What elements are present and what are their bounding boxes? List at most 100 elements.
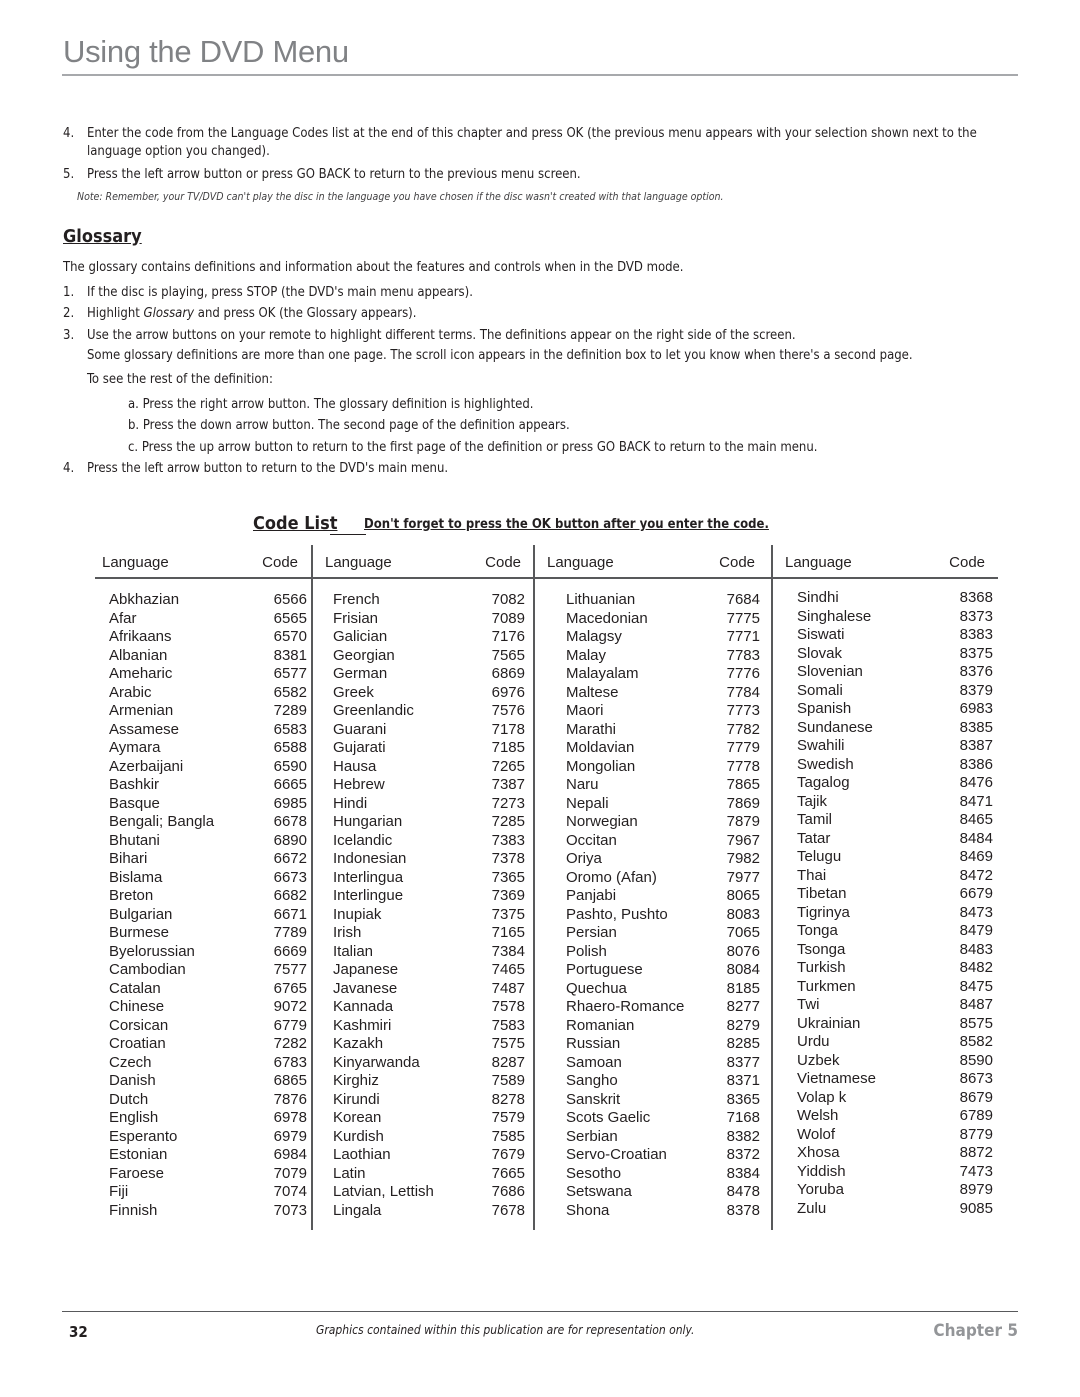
language-name: German: [333, 665, 388, 682]
language-name: Siswati: [797, 626, 845, 643]
language-name: Javanese: [333, 979, 398, 997]
table-row: Occitan 7967: [566, 832, 760, 851]
language-name: Serbian: [566, 1127, 618, 1145]
language-name: Interlingua: [333, 868, 404, 886]
language-code: 8487: [959, 996, 993, 1013]
language-name: Quechua: [566, 979, 627, 997]
table-row: Danish 6865: [109, 1072, 307, 1091]
table-row: Oriya 7982: [566, 850, 760, 869]
language-code: 8484: [959, 829, 993, 847]
language-name: Byelorussian: [109, 942, 195, 960]
language-code: 8478: [726, 1183, 760, 1200]
glossary-step: 1. If the disc is playing, press STOP (t…: [63, 284, 1013, 302]
language-name: Sanskrit: [566, 1090, 621, 1108]
language-name: Corsican: [109, 1016, 169, 1034]
table-row: Serbian 8382: [566, 1128, 760, 1147]
language-code: 7365: [491, 868, 525, 886]
step-number: 3.: [63, 328, 75, 343]
table-row: Polish 8076: [566, 943, 760, 962]
table-row: Ameharic 6577: [109, 665, 307, 684]
table-row: Vietnamese 8673: [797, 1070, 993, 1089]
language-name: Irish: [333, 924, 362, 941]
language-name: Naru: [566, 776, 599, 793]
table-row: Singhalese 8373: [797, 608, 993, 627]
step-text: Use the arrow buttons on your remote to …: [87, 328, 796, 343]
table-row: Slovak 8375: [797, 645, 993, 664]
step-number: 2.: [63, 306, 75, 321]
language-code: 7282: [273, 1035, 307, 1052]
language-code: 7176: [491, 628, 525, 645]
language-code: 7465: [491, 961, 525, 978]
language-code: 8371: [726, 1072, 760, 1089]
language-code: 6671: [273, 905, 307, 923]
table-row: Wolof 8779: [797, 1126, 993, 1145]
language-name: Dutch: [109, 1090, 149, 1108]
table-row: Hungarian 7285: [333, 813, 525, 832]
language-name: Arabic: [109, 683, 152, 701]
step-text-italic: Glossary: [143, 306, 195, 321]
language-code: 7387: [491, 776, 525, 793]
language-code: 8375: [959, 644, 993, 662]
step-text: If the disc is playing, press STOP (the …: [87, 285, 473, 300]
intro-step: 4. Enter the code from the Language Code…: [63, 125, 1013, 161]
table-row: Malayalam 7776: [566, 665, 760, 684]
glossary-step: 2. Highlight Glossary and press OK (the …: [63, 305, 1013, 323]
language-code: 7869: [726, 794, 760, 812]
language-name: Greek: [333, 683, 374, 701]
table-row: Shona 8378: [566, 1202, 760, 1221]
language-name: Kirundi: [333, 1090, 380, 1108]
table-header-rule: [95, 577, 998, 579]
footer-rule: [62, 1311, 1018, 1312]
language-name: Chinese: [109, 998, 165, 1015]
table-row: Romanian 8279: [566, 1017, 760, 1036]
language-code: 6679: [959, 885, 993, 902]
language-code: 8590: [959, 1051, 993, 1069]
language-code: 7778: [726, 757, 760, 775]
language-code: 7565: [491, 646, 525, 664]
language-code: 6979: [273, 1127, 307, 1145]
language-name: Tonga: [797, 922, 838, 939]
table-row: Kazakh 7575: [333, 1035, 525, 1054]
language-name: Maltese: [566, 683, 619, 701]
table-row: Greenlandic 7576: [333, 702, 525, 721]
language-code: 7578: [491, 998, 525, 1015]
table-row: Maori 7773: [566, 702, 760, 721]
language-name: Oriya: [566, 850, 602, 867]
table-row: Ukrainian 8575: [797, 1015, 993, 1034]
chapter-label: Chapter 5: [933, 1321, 1018, 1341]
language-name: Assamese: [109, 720, 180, 738]
table-row: Inupiak 7375: [333, 906, 525, 925]
language-name: Mongolian: [566, 757, 636, 775]
language-name: Lithuanian: [566, 591, 636, 608]
language-name: Abkhazian: [109, 591, 180, 608]
column-header: Language Code: [325, 554, 521, 574]
table-row: Interlingua 7365: [333, 869, 525, 888]
language-code: 8384: [726, 1164, 760, 1182]
glossary-heading: Glossary: [63, 226, 142, 247]
language-code: 7265: [491, 757, 525, 775]
language-code: 7487: [491, 979, 525, 997]
language-code: 8575: [959, 1014, 993, 1032]
table-row: Latin 7665: [333, 1165, 525, 1184]
language-name: Danish: [109, 1072, 156, 1089]
language-name: Latvian, Lettish: [333, 1183, 434, 1200]
table-row: Slovenian 8376: [797, 663, 993, 682]
language-code: 6577: [273, 665, 307, 682]
language-code: 7384: [491, 942, 525, 960]
language-code: 7789: [273, 924, 307, 941]
language-code: 6682: [273, 887, 307, 904]
table-row: Armenian 7289: [109, 702, 307, 721]
language-name: Gujarati: [333, 739, 386, 756]
table-row: Basque 6985: [109, 795, 307, 814]
table-row: Tajik 8471: [797, 793, 993, 812]
language-code: 6890: [273, 831, 307, 849]
intro-step: 5. Press the left arrow button or press …: [63, 166, 1013, 184]
table-row: Kashmiri 7583: [333, 1017, 525, 1036]
language-name: Latin: [333, 1164, 366, 1182]
header-code: Code: [949, 554, 985, 571]
language-name: Galician: [333, 628, 388, 645]
language-code: 7378: [491, 850, 525, 867]
language-name: Inupiak: [333, 905, 382, 923]
glossary-substep: c. Press the up arrow button to return t…: [128, 440, 818, 455]
language-name: Rhaero-Romance: [566, 998, 685, 1015]
